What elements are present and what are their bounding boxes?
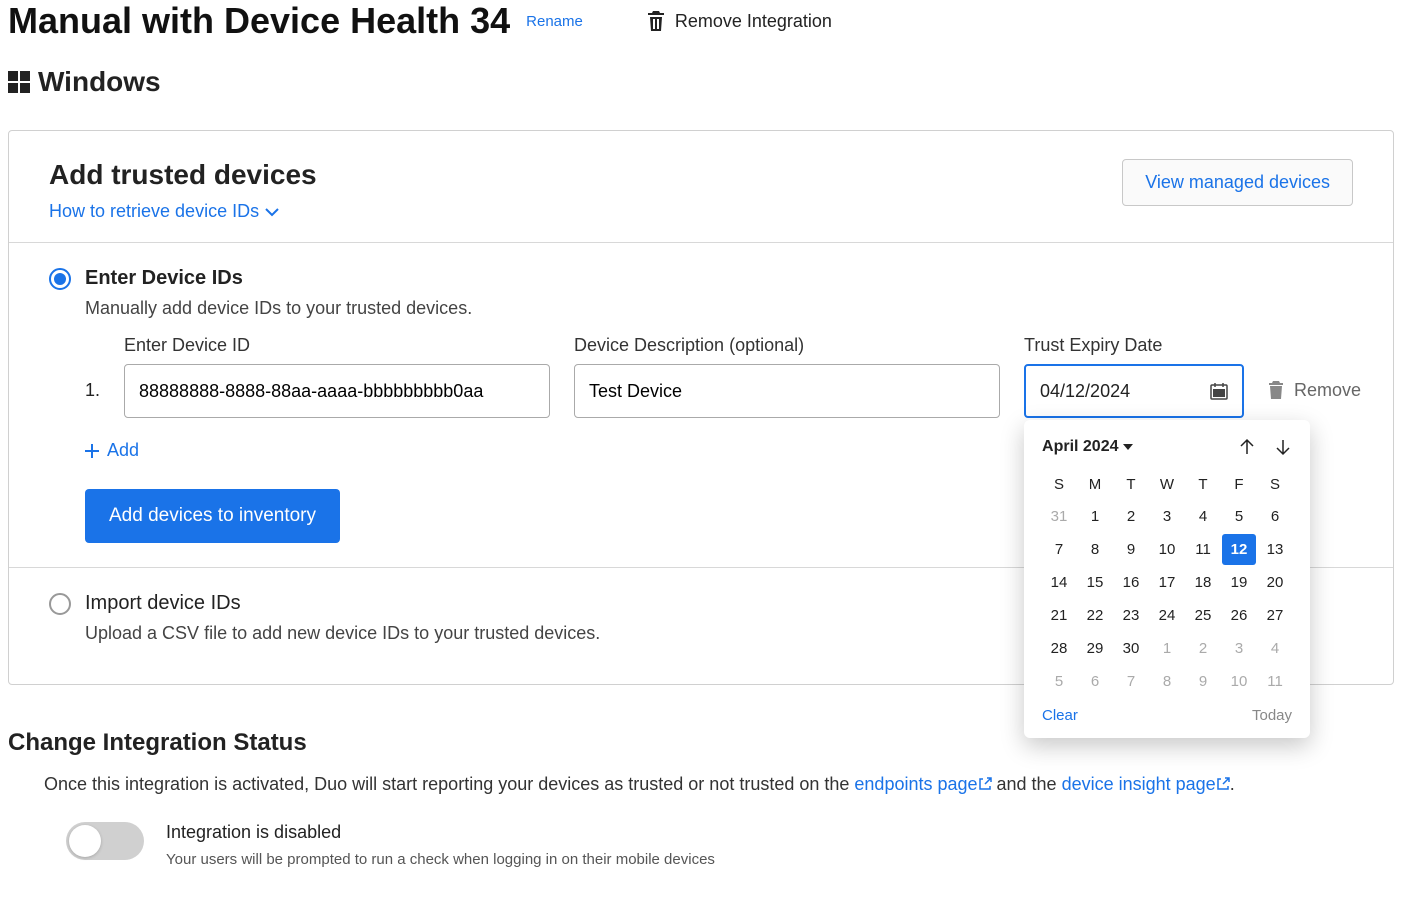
calendar-dow: T xyxy=(1114,470,1148,499)
calendar-day[interactable]: 1 xyxy=(1150,633,1184,664)
integration-status-toggle[interactable] xyxy=(66,822,144,860)
device-description-input[interactable] xyxy=(574,364,1000,418)
add-trusted-devices-card: Add trusted devices How to retrieve devi… xyxy=(8,130,1394,685)
calendar-day[interactable]: 30 xyxy=(1114,633,1148,664)
view-managed-devices-button[interactable]: View managed devices xyxy=(1122,159,1353,206)
calendar-day[interactable]: 6 xyxy=(1258,501,1292,532)
calendar-day[interactable]: 27 xyxy=(1258,600,1292,631)
calendar-day[interactable]: 5 xyxy=(1042,666,1076,697)
calendar-day[interactable]: 15 xyxy=(1078,567,1112,598)
device-insight-page-link[interactable]: device insight page xyxy=(1062,774,1230,794)
calendar-day[interactable]: 12 xyxy=(1222,534,1256,565)
calendar-day[interactable]: 18 xyxy=(1186,567,1220,598)
calendar-day[interactable]: 3 xyxy=(1222,633,1256,664)
calendar-day[interactable]: 7 xyxy=(1114,666,1148,697)
chevron-down-icon xyxy=(265,207,279,217)
calendar-day[interactable]: 13 xyxy=(1258,534,1292,565)
remove-integration-label: Remove Integration xyxy=(675,11,832,32)
external-link-icon xyxy=(978,777,992,791)
calendar-day[interactable]: 20 xyxy=(1258,567,1292,598)
add-devices-to-inventory-button[interactable]: Add devices to inventory xyxy=(85,489,340,543)
page-title: Manual with Device Health 34 xyxy=(8,0,510,42)
calendar-day[interactable]: 10 xyxy=(1222,666,1256,697)
platform-label: Windows xyxy=(38,66,161,98)
rename-link[interactable]: Rename xyxy=(526,13,583,30)
trash-icon xyxy=(647,11,665,31)
calendar-day[interactable]: 29 xyxy=(1078,633,1112,664)
calendar-day[interactable]: 24 xyxy=(1150,600,1184,631)
calendar-day[interactable]: 4 xyxy=(1258,633,1292,664)
calendar-day[interactable]: 25 xyxy=(1186,600,1220,631)
calendar-day[interactable]: 22 xyxy=(1078,600,1112,631)
remove-row-button[interactable]: Remove xyxy=(1268,363,1361,417)
calendar-day[interactable]: 3 xyxy=(1150,501,1184,532)
enter-device-ids-label: Enter Device IDs xyxy=(85,267,243,290)
calendar-day[interactable]: 6 xyxy=(1078,666,1112,697)
plus-icon xyxy=(85,444,99,458)
external-link-icon xyxy=(1216,777,1230,791)
remove-integration-button[interactable]: Remove Integration xyxy=(647,11,832,32)
calendar-day[interactable]: 14 xyxy=(1042,567,1076,598)
import-device-ids-radio[interactable] xyxy=(49,593,71,615)
calendar-dow: T xyxy=(1186,470,1220,499)
calendar-day[interactable]: 26 xyxy=(1222,600,1256,631)
calendar-day[interactable]: 1 xyxy=(1078,501,1112,532)
calendar-day[interactable]: 19 xyxy=(1222,567,1256,598)
calendar-dow: S xyxy=(1042,470,1076,499)
windows-icon xyxy=(8,71,30,93)
toggle-label: Integration is disabled xyxy=(166,822,715,843)
calendar-day[interactable]: 23 xyxy=(1114,600,1148,631)
calendar-today-button[interactable]: Today xyxy=(1252,707,1292,724)
calendar-month-selector[interactable]: April 2024 xyxy=(1042,438,1132,456)
calendar-day[interactable]: 7 xyxy=(1042,534,1076,565)
calendar-day[interactable]: 28 xyxy=(1042,633,1076,664)
device-id-label: Enter Device ID xyxy=(124,335,550,356)
calendar-day[interactable]: 21 xyxy=(1042,600,1076,631)
enter-device-ids-desc: Manually add device IDs to your trusted … xyxy=(85,298,1353,319)
device-id-input[interactable] xyxy=(124,364,550,418)
retrieve-device-ids-link[interactable]: How to retrieve device IDs xyxy=(49,201,317,222)
card-title: Add trusted devices xyxy=(49,159,317,191)
calendar-day[interactable]: 2 xyxy=(1114,501,1148,532)
calendar-day[interactable]: 9 xyxy=(1114,534,1148,565)
calendar-day[interactable]: 11 xyxy=(1186,534,1220,565)
calendar-clear-button[interactable]: Clear xyxy=(1042,707,1078,724)
calendar-day[interactable]: 8 xyxy=(1150,666,1184,697)
caret-down-icon xyxy=(1123,444,1133,450)
row-number: 1. xyxy=(85,380,100,401)
calendar-next-arrow[interactable] xyxy=(1274,438,1292,456)
toggle-knob xyxy=(69,825,101,857)
calendar-prev-arrow[interactable] xyxy=(1238,438,1256,456)
calendar-day[interactable]: 31 xyxy=(1042,501,1076,532)
calendar-dow: F xyxy=(1222,470,1256,499)
calendar-day[interactable]: 11 xyxy=(1258,666,1292,697)
trust-expiry-label: Trust Expiry Date xyxy=(1024,335,1244,356)
calendar-day[interactable]: 4 xyxy=(1186,501,1220,532)
calendar-day[interactable]: 17 xyxy=(1150,567,1184,598)
device-desc-label: Device Description (optional) xyxy=(574,335,1000,356)
trash-icon xyxy=(1268,381,1284,399)
calendar-day[interactable]: 8 xyxy=(1078,534,1112,565)
enter-device-ids-radio[interactable] xyxy=(49,268,71,290)
date-picker-popover: April 2024 SMTWTFS3112345678910111213141… xyxy=(1024,420,1310,738)
calendar-day[interactable]: 9 xyxy=(1186,666,1220,697)
calendar-day[interactable]: 5 xyxy=(1222,501,1256,532)
import-device-ids-label: Import device IDs xyxy=(85,592,241,615)
endpoints-page-link[interactable]: endpoints page xyxy=(854,774,991,794)
calendar-day[interactable]: 10 xyxy=(1150,534,1184,565)
calendar-day[interactable]: 16 xyxy=(1114,567,1148,598)
trust-expiry-date-input[interactable]: 04/12/2024 xyxy=(1024,364,1244,418)
toggle-sublabel: Your users will be prompted to run a che… xyxy=(166,851,715,868)
integration-status-desc: Once this integration is activated, Duo … xyxy=(44,769,1394,800)
calendar-dow: S xyxy=(1258,470,1292,499)
calendar-dow: W xyxy=(1150,470,1184,499)
calendar-icon xyxy=(1210,382,1228,400)
calendar-day[interactable]: 2 xyxy=(1186,633,1220,664)
calendar-dow: M xyxy=(1078,470,1112,499)
